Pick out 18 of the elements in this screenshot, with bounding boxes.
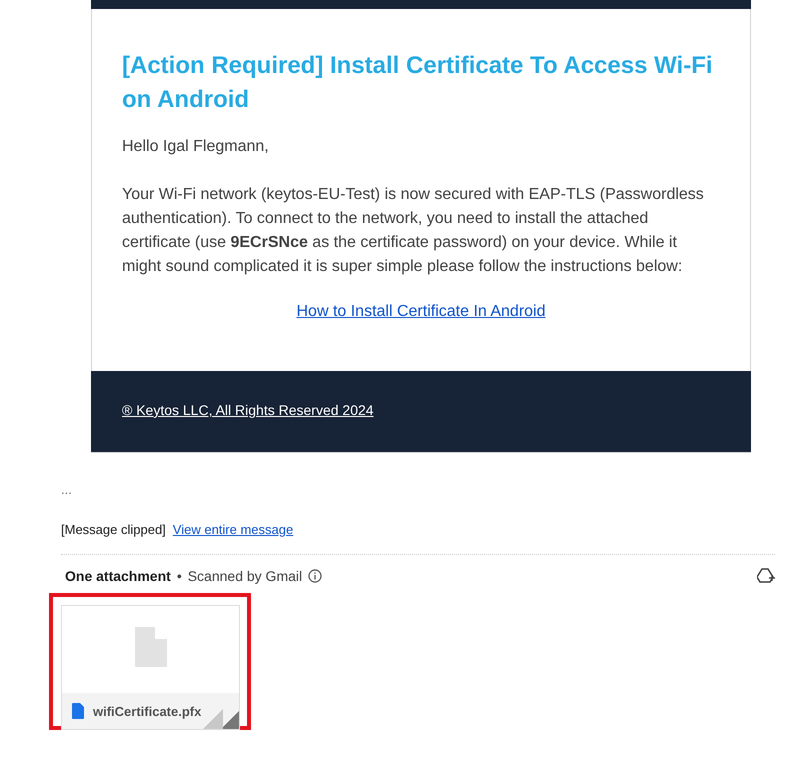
separator-dot: • xyxy=(176,568,182,584)
attachment-tile[interactable]: wifiCertificate.pfx xyxy=(61,605,240,730)
body-paragraph: Your Wi-Fi network (keytos-EU-Test) is now secured with EAP-TLS (Passwordless authentication). To connect to the network, you need to install the attached certificate (use 9ECrSNce as the certificate password) on your device. While it might sound complicated it is super simple please follow the instructions below: xyxy=(122,185,705,277)
attachment-filename: wifiCertificate.pfx xyxy=(93,704,202,718)
trimmed-content-text[interactable]: ... xyxy=(61,483,775,503)
email-title: [Action Required] Install Certificate To Access Wi-Fi on Android xyxy=(122,51,714,115)
message-clipped-text: [Message clipped] xyxy=(61,522,166,537)
file-icon xyxy=(134,626,166,666)
instructions-link[interactable]: How to Install Certificate In Android xyxy=(296,303,546,320)
scanned-text: Scanned by Gmail xyxy=(188,568,302,584)
add-to-drive-icon[interactable] xyxy=(757,568,775,584)
view-entire-message-link[interactable]: View entire message xyxy=(172,522,294,537)
attachment-heading: One attachment xyxy=(65,568,171,584)
document-icon xyxy=(72,703,84,719)
copyright-link[interactable]: ® Keytos LLC, All Rights Reserved 2024 xyxy=(122,402,374,418)
info-icon[interactable] xyxy=(308,569,322,583)
page-fold-icon xyxy=(203,709,239,729)
greeting-text: Hello Igal Flegmann, xyxy=(122,137,270,157)
